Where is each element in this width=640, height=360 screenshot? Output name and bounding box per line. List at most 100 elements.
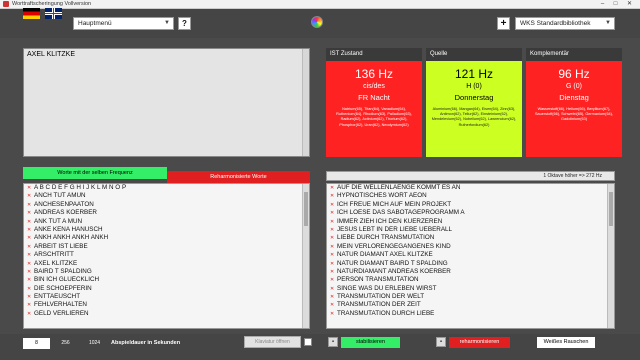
remove-icon[interactable]: ✕ bbox=[330, 268, 334, 276]
remove-icon[interactable]: ✕ bbox=[330, 301, 334, 309]
keyboard-open-button[interactable]: Klaviatur öffnen bbox=[244, 336, 301, 348]
list-item[interactable]: ✕ ENTTAEUSCHT bbox=[24, 293, 309, 301]
remove-icon[interactable]: ✕ bbox=[27, 301, 31, 309]
day-value: Dienstag bbox=[559, 93, 589, 102]
duration-8-button[interactable]: 8 bbox=[23, 338, 50, 349]
minimize-button[interactable]: – bbox=[596, 0, 609, 9]
duration-256-button[interactable]: 256 bbox=[52, 338, 79, 349]
remove-icon[interactable]: ✕ bbox=[330, 201, 334, 209]
list-item[interactable]: ✕ AXEL KLITZKE bbox=[24, 260, 309, 268]
list-item-label: PERSON TRANSMUTATION bbox=[337, 276, 419, 284]
list-item[interactable]: ✕ TRANSMUTATION DER WELT bbox=[327, 293, 614, 301]
stabilize-button[interactable]: stabilisieren bbox=[341, 337, 400, 348]
remove-icon[interactable]: ✕ bbox=[27, 192, 31, 200]
scrollbar-thumb[interactable] bbox=[609, 192, 613, 226]
list-item[interactable]: ✕ SINGE WAS DU ERLEBEN WIRST bbox=[327, 285, 614, 293]
list-item[interactable]: ✕ GELD VERLIEREN bbox=[24, 310, 309, 318]
list-scrollbar[interactable] bbox=[302, 184, 309, 328]
list-item[interactable]: ✕ NATUR DIAMANT AXEL KLITZKE bbox=[327, 251, 614, 259]
input-scrollbar[interactable] bbox=[302, 49, 309, 156]
remove-icon[interactable]: ✕ bbox=[27, 285, 31, 293]
remove-icon[interactable]: ✕ bbox=[330, 243, 334, 251]
remove-icon[interactable]: ✕ bbox=[27, 293, 31, 301]
remove-icon[interactable]: ✕ bbox=[330, 260, 334, 268]
remove-icon[interactable]: ✕ bbox=[27, 268, 31, 276]
remove-icon[interactable]: ✕ bbox=[330, 285, 334, 293]
remove-icon[interactable]: ✕ bbox=[27, 226, 31, 234]
list-item[interactable]: ✕ ANDREAS KOERBER bbox=[24, 209, 309, 217]
list-item[interactable]: ✕ FEHLVERHALTEN bbox=[24, 301, 309, 309]
list-item[interactable]: ✕ HYPNOTISCHES WORT AEON bbox=[327, 192, 614, 200]
list-item[interactable]: ✕ ICH FREUE MICH AUF MEIN PROJEKT bbox=[327, 201, 614, 209]
list-item[interactable]: ✕ IMMER ZIEH ICH DEN KUERZEREN bbox=[327, 218, 614, 226]
list-item[interactable]: ✕ ANKE KENA HANUSCH bbox=[24, 226, 309, 234]
list-item[interactable]: ✕ ANK TUT A MUN bbox=[24, 218, 309, 226]
remove-icon[interactable]: ✕ bbox=[27, 209, 31, 217]
list-item[interactable]: ✕ ANCHESENPAATON bbox=[24, 201, 309, 209]
list-item[interactable]: ✕ DIE SCHOEPFERIN bbox=[24, 285, 309, 293]
list-scrollbar[interactable] bbox=[607, 184, 614, 328]
list-item[interactable]: ✕ ANKH ANKH ANKH ANKH bbox=[24, 234, 309, 242]
remove-icon[interactable]: ✕ bbox=[330, 251, 334, 259]
keyboard-checkbox[interactable] bbox=[304, 338, 312, 346]
remove-icon[interactable]: ✕ bbox=[330, 293, 334, 301]
scrollbar-thumb[interactable] bbox=[304, 192, 308, 226]
main-menu-select[interactable]: Hauptmenü ▼ bbox=[73, 17, 174, 30]
remove-icon[interactable]: ✕ bbox=[27, 310, 31, 318]
remove-icon[interactable]: ✕ bbox=[27, 251, 31, 259]
remove-icon[interactable]: ✕ bbox=[330, 310, 334, 318]
list-item[interactable]: ✕ ICH LOESE DAS SABOTAGEPROGRAMM A bbox=[327, 209, 614, 217]
library-select[interactable]: WKS Standardbibliothek ▼ bbox=[515, 17, 615, 30]
remove-icon[interactable]: ✕ bbox=[330, 234, 334, 242]
uk-flag-icon[interactable] bbox=[45, 8, 62, 19]
list-item[interactable]: ✕ TRANSMUTATION DER ZEIT bbox=[327, 301, 614, 309]
remove-icon[interactable]: ✕ bbox=[27, 184, 31, 192]
list-item[interactable]: ✕ PERSON TRANSMUTATION bbox=[327, 276, 614, 284]
remove-icon[interactable]: ✕ bbox=[27, 260, 31, 268]
word-input-area[interactable]: AXEL KLITZKE bbox=[23, 48, 310, 157]
remove-icon[interactable]: ✕ bbox=[330, 218, 334, 226]
save-icon[interactable]: ▪ bbox=[328, 337, 338, 347]
remove-icon[interactable]: ✕ bbox=[27, 243, 31, 251]
help-button[interactable]: ? bbox=[178, 17, 191, 30]
list-item-label: TRANSMUTATION DURCH LIEBE bbox=[337, 309, 435, 317]
tab-reharmonized[interactable]: Reharmonisierte Worte bbox=[167, 171, 310, 183]
duration-1024-button[interactable]: 1024 bbox=[81, 338, 108, 349]
remove-icon[interactable]: ✕ bbox=[27, 276, 31, 284]
day-value: FR Nacht bbox=[358, 93, 390, 102]
list-item-label: ANCH TUT AMUN bbox=[34, 192, 86, 200]
remove-icon[interactable]: ✕ bbox=[27, 218, 31, 226]
remove-icon[interactable]: ✕ bbox=[27, 201, 31, 209]
reharmonize-button[interactable]: reharmonisieren bbox=[449, 337, 510, 348]
tab-same-frequency[interactable]: Worte mit der selben Frequenz bbox=[23, 167, 167, 179]
list-item[interactable]: ✕ ANCH TUT AMUN bbox=[24, 192, 309, 200]
remove-icon[interactable]: ✕ bbox=[330, 192, 334, 200]
list-item[interactable]: ✕ BAIRD T SPALDING bbox=[24, 268, 309, 276]
day-value: Donnerstag bbox=[454, 93, 494, 102]
german-flag-icon[interactable] bbox=[23, 8, 40, 19]
list-item[interactable]: ✕ ARBEIT IST LIEBE bbox=[24, 243, 309, 251]
list-item[interactable]: ✕ JESUS LEBT IN DER LIEBE UEBERALL bbox=[327, 226, 614, 234]
list-item[interactable]: ✕ NATUR DIAMANT BAIRD T SPALDING bbox=[327, 260, 614, 268]
remove-icon[interactable]: ✕ bbox=[330, 184, 334, 192]
list-item[interactable]: ✕ MEIN VERLORENGEGANGENES KIND bbox=[327, 243, 614, 251]
list-item[interactable]: ✕ A B C D E F G H I J K L M N O P bbox=[24, 184, 309, 192]
remove-icon[interactable]: ✕ bbox=[330, 209, 334, 217]
list-item-label: TRANSMUTATION DER ZEIT bbox=[337, 301, 421, 309]
remove-icon[interactable]: ✕ bbox=[330, 276, 334, 284]
close-button[interactable]: ✕ bbox=[623, 0, 636, 9]
list-item[interactable]: ✕ BIN ICH GLUECKLICH bbox=[24, 276, 309, 284]
maximize-button[interactable]: □ bbox=[609, 0, 622, 9]
element-list: Wasserstoff(66), Helium(66), Beryllium(6… bbox=[534, 107, 613, 122]
list-item[interactable]: ✕ AUF DIE WELLENLAENGE KOMMT ES AN bbox=[327, 184, 614, 192]
add-button[interactable]: + bbox=[497, 17, 510, 30]
remove-icon[interactable]: ✕ bbox=[27, 234, 31, 242]
white-noise-button[interactable]: Weißes Rauschen bbox=[537, 337, 595, 348]
list-item[interactable]: ✕ ARSCHTRITT bbox=[24, 251, 309, 259]
list-item[interactable]: ✕ LIEBE DURCH TRANSMUTATION bbox=[327, 234, 614, 242]
list-item[interactable]: ✕ TRANSMUTATION DURCH LIEBE bbox=[327, 310, 614, 318]
list-item[interactable]: ✕ NATURDIAMANT ANDREAS KOERBER bbox=[327, 268, 614, 276]
list-item-label: ARSCHTRITT bbox=[34, 251, 74, 259]
remove-icon[interactable]: ✕ bbox=[330, 226, 334, 234]
save-icon[interactable]: ▪ bbox=[436, 337, 446, 347]
